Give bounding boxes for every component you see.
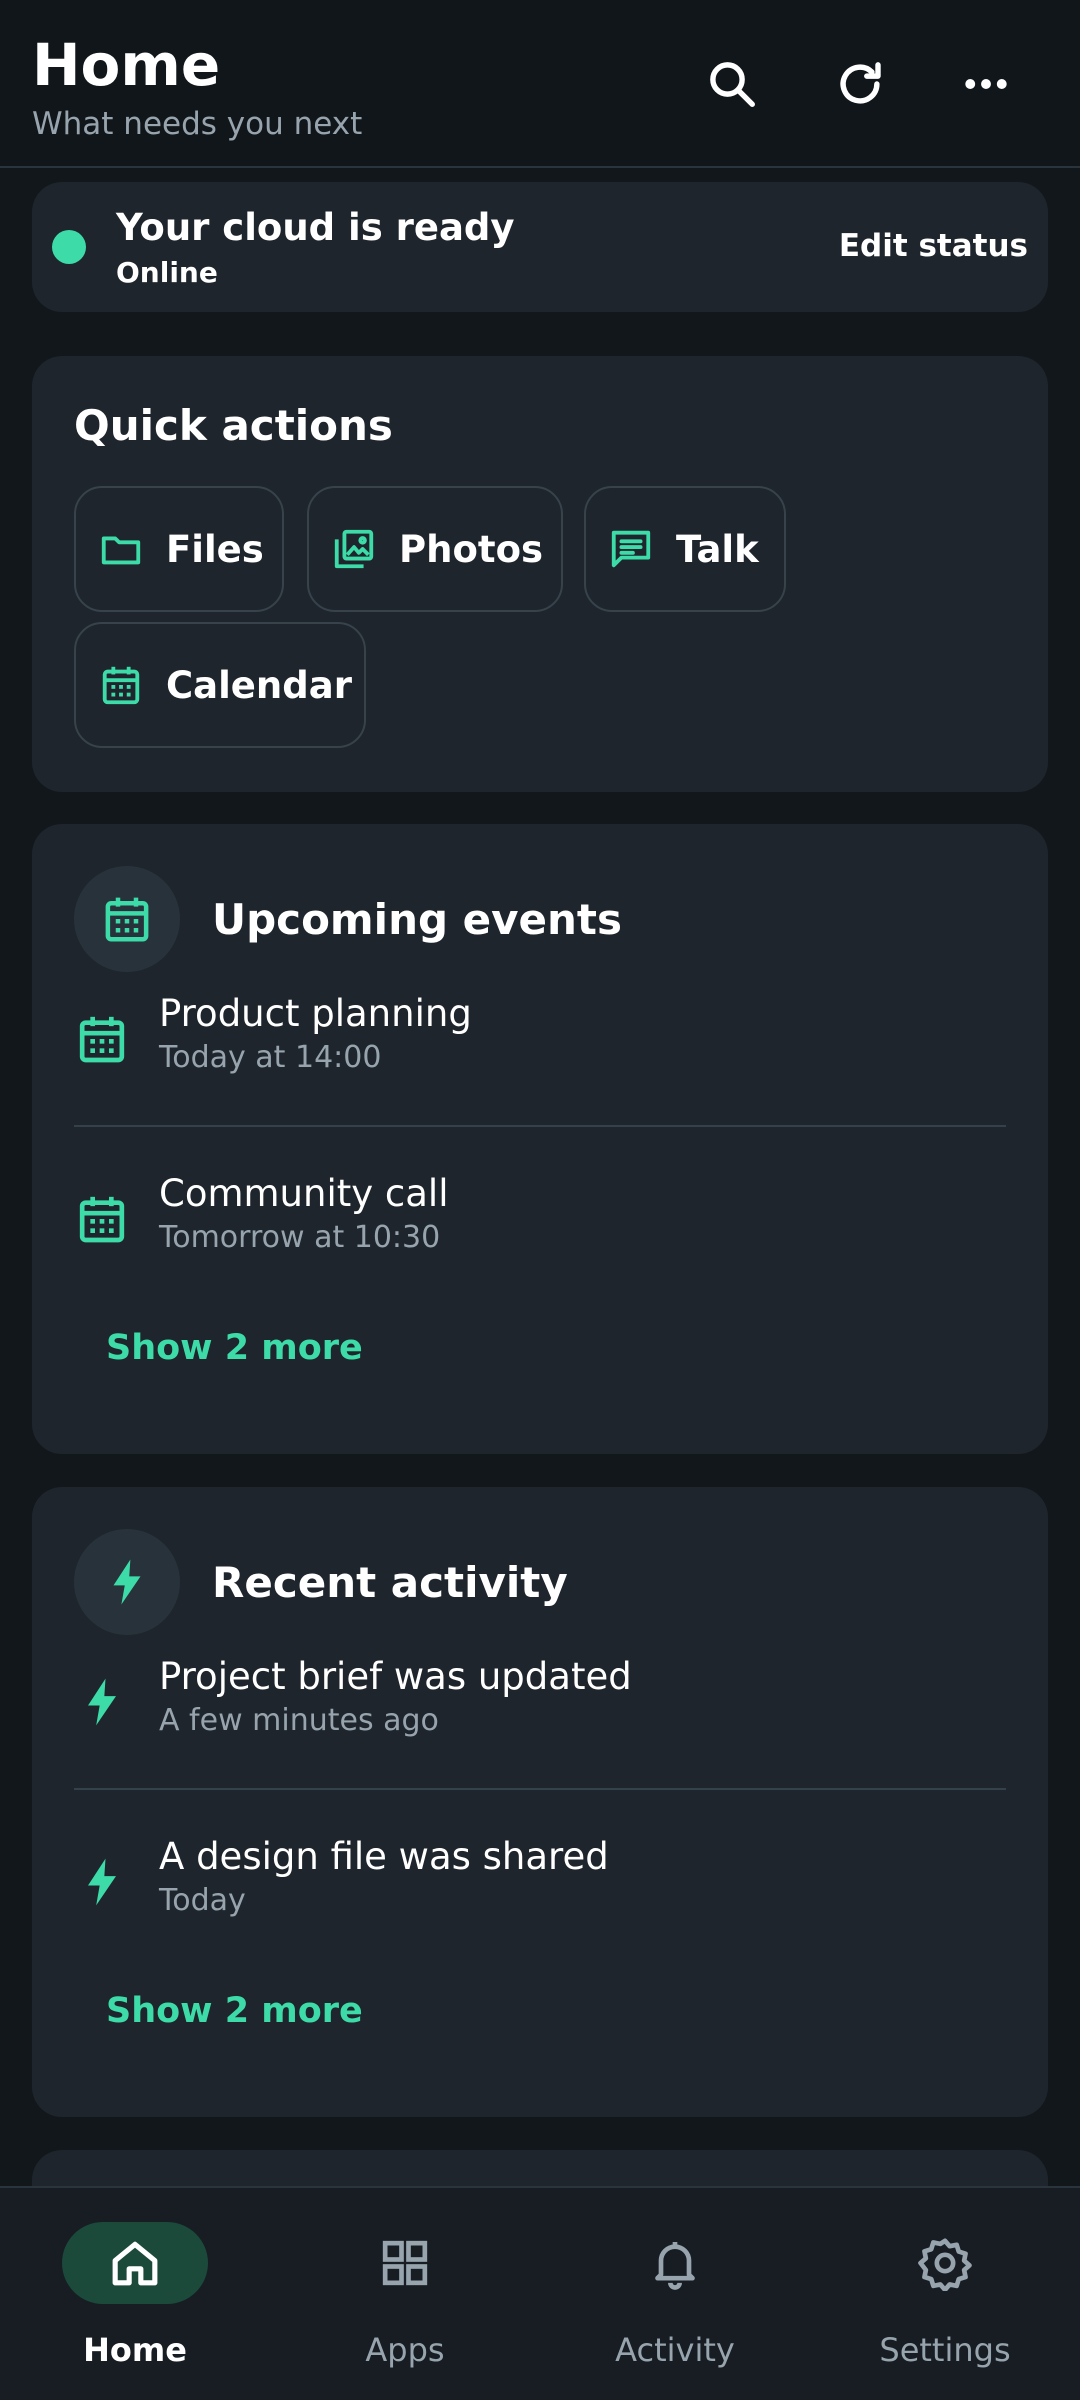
refresh-icon: [840, 62, 881, 104]
next-card-partial: [32, 2150, 1048, 2186]
activity-time: A few minutes ago: [159, 1703, 439, 1738]
quick-action-files[interactable]: Files: [74, 486, 284, 612]
events-header-icon: [74, 866, 180, 972]
quick-action-label: Files: [166, 527, 264, 571]
edit-status-button[interactable]: Edit status: [839, 224, 1028, 268]
folder-icon: [101, 536, 141, 565]
chat-icon: [611, 530, 651, 568]
page-subtitle: What needs you next: [32, 106, 363, 142]
gear-icon: [918, 2238, 972, 2291]
nav-label: Activity: [615, 2331, 735, 2369]
nav-item-settings[interactable]: Settings: [810, 2188, 1080, 2400]
quick-action-label: Talk: [676, 527, 759, 571]
app-bar: Home What needs you next: [0, 0, 1080, 168]
quick-action-photos[interactable]: Photos: [307, 486, 563, 612]
calendar-icon: [79, 1016, 125, 1063]
upcoming-events-card: Upcoming events Product planning Today a…: [32, 824, 1048, 1454]
home-icon: [112, 2241, 158, 2286]
activity-time: Today: [159, 1883, 246, 1918]
bolt-icon: [88, 1858, 116, 1906]
nav-icon-holder: [602, 2222, 748, 2304]
calendar-icon: [105, 897, 149, 942]
search-button[interactable]: [690, 42, 774, 126]
nav-icon-holder: [872, 2222, 1018, 2304]
calendar-icon: [102, 666, 140, 705]
nav-item-activity[interactable]: Activity: [540, 2188, 810, 2400]
activity-title: Project brief was updated: [159, 1655, 632, 1698]
divider: [74, 1788, 1006, 1790]
divider: [74, 1125, 1006, 1127]
event-time: Tomorrow at 10:30: [159, 1220, 441, 1255]
calendar-icon: [79, 1196, 125, 1243]
quick-action-talk[interactable]: Talk: [584, 486, 786, 612]
status-title: Your cloud is ready: [116, 206, 515, 249]
show-more-events-button[interactable]: Show 2 more: [106, 1324, 363, 1372]
quick-action-calendar[interactable]: Calendar: [74, 622, 366, 748]
nav-label: Apps: [365, 2331, 445, 2369]
nav-item-home[interactable]: Home: [0, 2188, 270, 2400]
event-title: Community call: [159, 1172, 449, 1215]
event-time: Today at 14:00: [159, 1040, 382, 1075]
activity-title: A design file was shared: [159, 1835, 609, 1878]
online-status-dot: [52, 230, 86, 264]
quick-action-label: Calendar: [166, 663, 352, 707]
show-more-activity-button[interactable]: Show 2 more: [106, 1987, 363, 2035]
refresh-button[interactable]: [818, 42, 902, 126]
bolt-icon: [113, 1559, 141, 1605]
home-content[interactable]: Your cloud is ready Online Edit status Q…: [0, 170, 1080, 2186]
search-icon: [710, 62, 755, 107]
recent-activity-card: Recent activity Project brief was update…: [32, 1487, 1048, 2117]
event-title: Product planning: [159, 992, 472, 1035]
activity-header-icon: [74, 1529, 180, 1635]
nav-icon-holder: [332, 2222, 478, 2304]
quick-actions-card: Quick actions Files Photos Talk Calendar: [32, 356, 1048, 792]
photos-icon: [334, 529, 374, 569]
bolt-icon: [88, 1678, 116, 1726]
nav-label: Home: [83, 2331, 187, 2369]
bell-icon: [655, 2242, 695, 2290]
activity-heading: Recent activity: [212, 1558, 568, 1607]
quick-action-label: Photos: [399, 527, 544, 571]
nav-label: Settings: [879, 2331, 1011, 2369]
more-options-button[interactable]: [944, 42, 1028, 126]
bottom-navigation: Home Apps Activity Settings: [0, 2186, 1080, 2400]
more-icon: [965, 79, 1007, 89]
quick-actions-heading: Quick actions: [74, 401, 393, 450]
nav-active-indicator: [62, 2222, 208, 2304]
events-heading: Upcoming events: [212, 895, 622, 944]
page-title: Home: [32, 31, 221, 99]
nav-item-apps[interactable]: Apps: [270, 2188, 540, 2400]
status-card: Your cloud is ready Online Edit status: [32, 182, 1048, 312]
apps-icon: [382, 2240, 428, 2286]
status-state: Online: [116, 256, 218, 289]
